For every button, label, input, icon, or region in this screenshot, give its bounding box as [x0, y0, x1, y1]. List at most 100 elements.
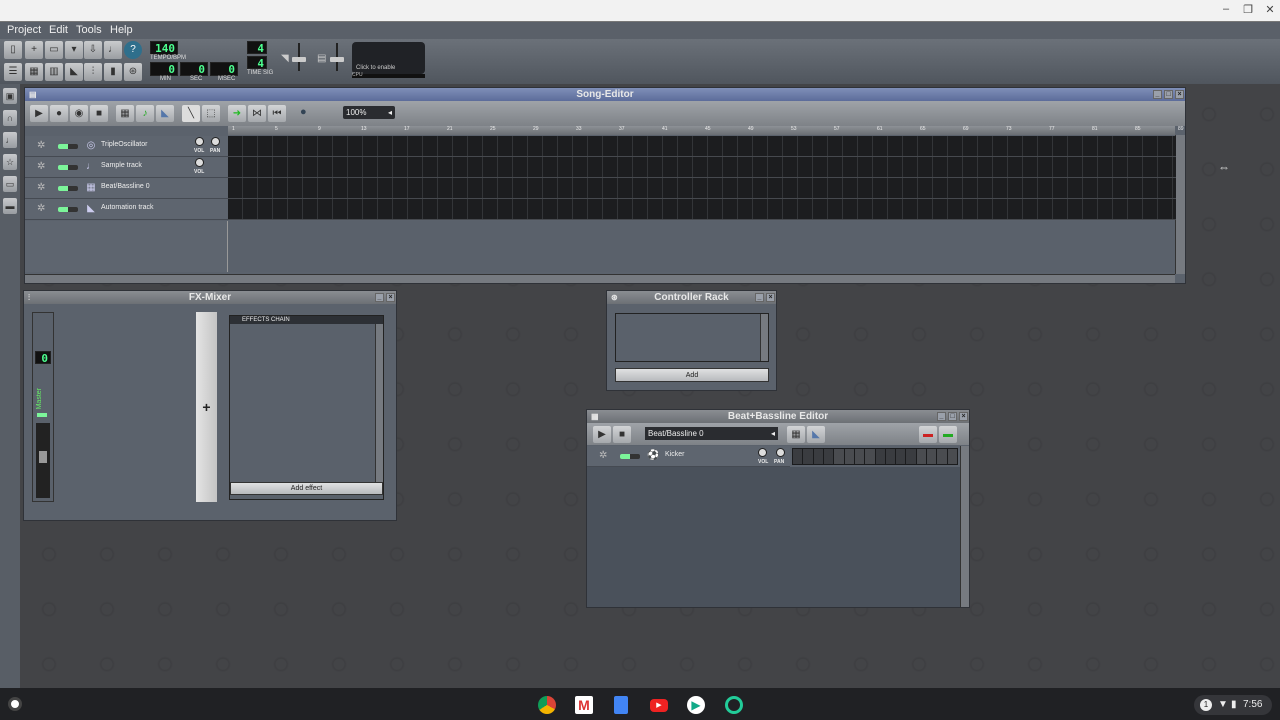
- lmms-icon[interactable]: [725, 696, 743, 714]
- step-button[interactable]: [875, 449, 885, 464]
- menu-help[interactable]: Help: [110, 24, 133, 36]
- automation-editor-icon[interactable]: ◣: [65, 63, 83, 81]
- remove-steps-button[interactable]: ▬: [919, 426, 937, 443]
- step-button[interactable]: [823, 449, 834, 464]
- track-pattern-area[interactable]: [228, 136, 1176, 157]
- stop-button[interactable]: ■: [90, 105, 108, 122]
- bb-stop-button[interactable]: ■: [613, 426, 631, 443]
- launcher-icon[interactable]: [8, 697, 22, 711]
- my-projects-icon[interactable]: ∩: [3, 110, 17, 126]
- export-icon[interactable]: ♩: [104, 41, 122, 59]
- bb-play-button[interactable]: ▶: [593, 426, 611, 443]
- step-button[interactable]: [947, 449, 957, 464]
- my-home-icon[interactable]: ▭: [3, 176, 17, 192]
- master-channel-strip[interactable]: 0 Master: [32, 312, 54, 502]
- minimize-window-button[interactable]: _: [755, 293, 764, 302]
- new-project-icon[interactable]: ▯: [4, 41, 22, 59]
- bb-vertical-scrollbar[interactable]: [960, 446, 969, 607]
- step-button[interactable]: [906, 449, 916, 464]
- volume-fader-handle[interactable]: [39, 451, 47, 463]
- close-window-button[interactable]: ×: [1175, 90, 1184, 99]
- step-button[interactable]: [803, 449, 813, 464]
- add-effect-button[interactable]: Add effect: [230, 482, 383, 495]
- close-button[interactable]: ✕: [1260, 3, 1280, 16]
- track-row[interactable]: ✲ ◣ Automation track: [25, 199, 228, 220]
- vol-knob[interactable]: [195, 137, 204, 146]
- timesig-numerator[interactable]: 4: [247, 41, 267, 55]
- my-presets-icon[interactable]: ☆: [3, 154, 17, 170]
- gear-icon[interactable]: ✲: [37, 162, 45, 172]
- mute-led[interactable]: [58, 165, 78, 170]
- project-notes-icon[interactable]: ▮: [104, 63, 122, 81]
- song-editor-horizontal-scrollbar[interactable]: [25, 274, 1175, 283]
- auto-scroll-button[interactable]: ➜: [228, 105, 246, 122]
- record-button[interactable]: ●: [50, 105, 68, 122]
- mute-led[interactable]: [37, 413, 47, 417]
- minimize-window-button[interactable]: _: [937, 412, 946, 421]
- close-window-button[interactable]: ×: [386, 293, 395, 302]
- minimize-window-button[interactable]: _: [375, 293, 384, 302]
- gear-icon[interactable]: ✲: [599, 451, 607, 461]
- track-row[interactable]: ✲ ♩ Sample track VOL: [25, 157, 228, 178]
- pan-knob[interactable]: [211, 137, 220, 146]
- docs-icon[interactable]: [614, 696, 628, 714]
- menu-project[interactable]: Project: [7, 24, 41, 36]
- add-automation-track-button[interactable]: ◣: [156, 105, 174, 122]
- new-from-template-icon[interactable]: +: [25, 41, 43, 59]
- track-name[interactable]: TripleOscillator: [101, 141, 147, 148]
- gmail-icon[interactable]: M: [575, 696, 593, 714]
- maximize-window-button[interactable]: □: [948, 412, 957, 421]
- step-button[interactable]: [844, 449, 854, 464]
- piano-roll-icon[interactable]: ▥: [45, 63, 63, 81]
- fx-mixer-titlebar[interactable]: ⫶ FX-Mixer _ ×: [24, 291, 396, 304]
- add-controller-button[interactable]: Add: [615, 368, 769, 382]
- add-sample-track-button[interactable]: ♪: [136, 105, 154, 122]
- close-window-button[interactable]: ×: [959, 412, 968, 421]
- master-pitch-handle[interactable]: [330, 57, 344, 62]
- track-name[interactable]: Automation track: [101, 204, 154, 211]
- close-window-button[interactable]: ×: [766, 293, 775, 302]
- gear-icon[interactable]: ✲: [37, 204, 45, 214]
- track-row[interactable]: ✲ ▦ Beat/Bassline 0: [25, 178, 228, 199]
- menu-tools[interactable]: Tools: [76, 24, 102, 36]
- volume-fader[interactable]: [36, 423, 50, 498]
- step-button[interactable]: [896, 449, 906, 464]
- mute-led[interactable]: [620, 454, 640, 459]
- step-button[interactable]: [854, 449, 865, 464]
- play-store-icon[interactable]: ▶: [687, 696, 705, 714]
- controller-rack-titlebar[interactable]: ⊛ Controller Rack _ ×: [607, 291, 776, 304]
- controller-rack-icon[interactable]: ⊛: [124, 63, 142, 81]
- gear-icon[interactable]: ✲: [37, 141, 45, 151]
- step-button[interactable]: [916, 449, 927, 464]
- restore-button[interactable]: ❐: [1238, 3, 1258, 16]
- bb-select[interactable]: Beat/Bassline 0 ◂: [645, 427, 778, 440]
- stop-behaviour-button[interactable]: ⏮: [268, 105, 286, 122]
- edit-mode-button[interactable]: ⬚: [202, 105, 220, 122]
- tempo-display[interactable]: 140: [150, 41, 178, 55]
- track-name[interactable]: Sample track: [101, 162, 142, 169]
- oscilloscope[interactable]: Click to enable: [352, 42, 425, 74]
- fx-mixer-icon[interactable]: ⫶: [84, 63, 102, 81]
- youtube-icon[interactable]: ▶: [650, 699, 668, 712]
- maximize-window-button[interactable]: □: [1164, 90, 1173, 99]
- my-samples-icon[interactable]: ♩: [3, 132, 17, 148]
- menu-edit[interactable]: Edit: [49, 24, 68, 36]
- zoom-select[interactable]: 100% ◂: [343, 106, 395, 119]
- pan-knob[interactable]: [776, 448, 785, 457]
- root-directory-icon[interactable]: ▬: [3, 198, 17, 214]
- track-pattern-area[interactable]: [228, 199, 1176, 220]
- step-button[interactable]: [865, 449, 875, 464]
- effects-chain-header[interactable]: EFFECTS CHAIN: [230, 316, 383, 324]
- add-bb-track-button[interactable]: ▦: [787, 426, 805, 443]
- minimize-window-button[interactable]: _: [1153, 90, 1162, 99]
- mute-led[interactable]: [58, 186, 78, 191]
- step-button[interactable]: [885, 449, 896, 464]
- minimize-button[interactable]: –: [1216, 3, 1236, 15]
- play-button[interactable]: ▶: [30, 105, 48, 122]
- gear-icon[interactable]: ✲: [37, 183, 45, 193]
- save-project-icon[interactable]: ⇩: [84, 41, 102, 59]
- mute-led[interactable]: [58, 144, 78, 149]
- track-pattern-area[interactable]: [228, 157, 1176, 178]
- step-button[interactable]: [813, 449, 823, 464]
- step-button[interactable]: [793, 449, 803, 464]
